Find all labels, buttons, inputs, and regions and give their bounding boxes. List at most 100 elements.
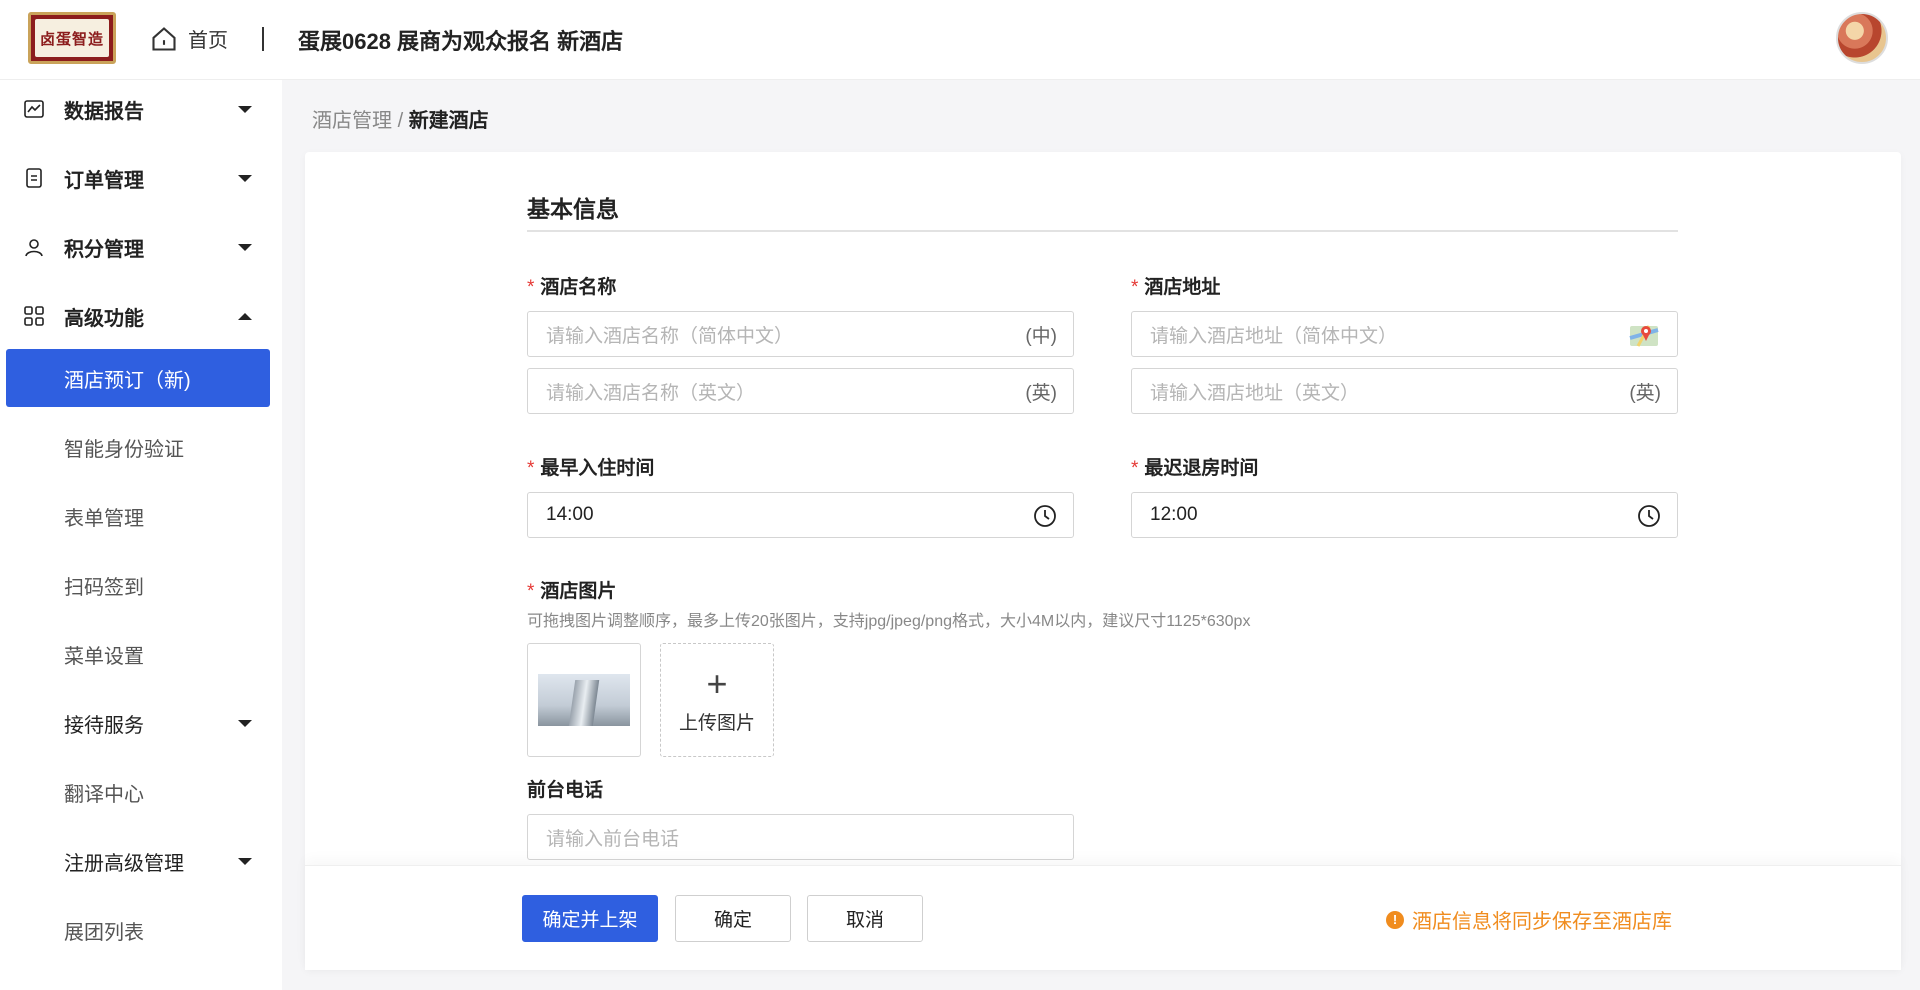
lang-suffix-zh: (中) — [1025, 325, 1057, 347]
sidebar-item-label: 注册高级管理 — [64, 852, 184, 875]
sidebar-item-label: 菜单设置 — [64, 645, 144, 668]
upload-label: 上传图片 — [678, 712, 755, 734]
sidebar-item-label: 数据报告 — [64, 100, 144, 123]
confirm-publish-button[interactable]: 确定并上架 — [522, 895, 658, 942]
sidebar-item-points[interactable]: 积分管理 — [6, 218, 270, 276]
section-divider — [527, 230, 1678, 232]
plus-icon: + — [706, 662, 728, 704]
document-icon — [26, 168, 42, 188]
sidebar-item-label: 扫码签到 — [64, 576, 144, 599]
lang-suffix-en: (英) — [1629, 382, 1661, 404]
home-label: 首页 — [188, 30, 228, 52]
sidebar-item-qr-checkin[interactable]: 扫码签到 — [6, 556, 270, 614]
hotel-address-en-input[interactable]: 请输入酒店地址（英文） (英) — [1131, 368, 1678, 414]
sidebar-item-advanced[interactable]: 高级功能 — [6, 287, 270, 345]
front-desk-phone-input[interactable]: 请输入前台电话 — [527, 814, 1074, 860]
logo-text: 卤蛋智造 — [35, 19, 109, 57]
home-link[interactable]: 首页 — [150, 24, 228, 53]
lang-suffix-en: (英) — [1025, 382, 1057, 404]
sidebar-item-label: 高级功能 — [64, 307, 144, 330]
placeholder: 请输入酒店名称（简体中文） — [546, 325, 794, 347]
hotel-name-zh-input[interactable]: 请输入酒店名称（简体中文） (中) — [527, 311, 1074, 357]
sidebar-item-label: 订单管理 — [64, 169, 144, 192]
placeholder: 请输入酒店名称（英文） — [546, 382, 756, 404]
checkout-time-value: 12:00 — [1150, 504, 1198, 525]
cancel-button[interactable]: 取消 — [807, 895, 923, 942]
checkin-time-picker[interactable]: 14:00 — [527, 492, 1074, 538]
upload-image-button[interactable]: + 上传图片 — [660, 643, 774, 757]
hotel-images-label-text: 酒店图片 — [540, 581, 617, 602]
hotel-address-label: * 酒店地址 — [1131, 272, 1220, 299]
chevron-down-icon — [238, 105, 252, 113]
chevron-up-icon — [238, 312, 252, 320]
front-desk-phone-label: 前台电话 — [527, 780, 604, 801]
breadcrumb-separator: / — [397, 110, 404, 132]
checkin-label-text: 最早入住时间 — [540, 458, 655, 479]
sidebar-item-label: 接待服务 — [64, 714, 144, 737]
hotel-images-label: * 酒店图片 — [527, 576, 616, 603]
sidebar: 数据报告 订单管理 积分管理 高级功能 酒店预订（新) 智能身份验证 表单管理 … — [0, 80, 282, 990]
hotel-name-en-input[interactable]: 请输入酒店名称（英文） (英) — [527, 368, 1074, 414]
user-avatar[interactable] — [1836, 12, 1888, 64]
hotel-name-label-text: 酒店名称 — [540, 277, 617, 298]
event-title: 蛋展0628 展商为观众报名 新酒店 — [298, 29, 624, 54]
sidebar-item-hotel-booking[interactable]: 酒店预订（新) — [6, 349, 270, 407]
required-mark: * — [527, 458, 535, 479]
map-pin-icon[interactable] — [1629, 322, 1659, 348]
breadcrumb-parent[interactable]: 酒店管理 — [312, 110, 392, 132]
clock-icon[interactable] — [1033, 504, 1057, 528]
home-icon — [152, 26, 176, 51]
top-header: 卤蛋智造 首页 蛋展0628 展商为观众报名 新酒店 — [0, 0, 1920, 80]
breadcrumb: 酒店管理 / 新建酒店 — [312, 104, 489, 133]
sidebar-item-identity-verification[interactable]: 智能身份验证 — [6, 418, 270, 476]
checkout-time-picker[interactable]: 12:00 — [1131, 492, 1678, 538]
sync-notice-text: 酒店信息将同步保存至酒店库 — [1412, 911, 1672, 933]
header-divider — [262, 27, 264, 51]
checkin-time-label: * 最早入住时间 — [527, 453, 654, 480]
checkout-time-label: * 最迟退房时间 — [1131, 453, 1258, 480]
hotel-address-zh-input[interactable]: 请输入酒店地址（简体中文） — [1131, 311, 1678, 357]
sidebar-item-label: 表单管理 — [64, 507, 144, 530]
sidebar-item-label: 展团列表 — [64, 921, 144, 944]
sidebar-item-delegation-list[interactable]: 展团列表 — [6, 901, 270, 959]
placeholder: 请输入前台电话 — [546, 828, 680, 850]
chevron-down-icon — [238, 243, 252, 251]
user-icon — [25, 239, 43, 257]
chevron-down-icon — [238, 174, 252, 182]
hotel-image-thumbnail[interactable] — [527, 643, 641, 757]
sidebar-item-translation[interactable]: 翻译中心 — [6, 763, 270, 821]
required-mark: * — [1131, 277, 1139, 298]
required-mark: * — [527, 581, 535, 602]
required-mark: * — [527, 277, 535, 298]
checkout-label-text: 最迟退房时间 — [1144, 458, 1259, 479]
required-mark: * — [1131, 458, 1139, 479]
hotel-building-image — [538, 674, 630, 726]
breadcrumb-current: 新建酒店 — [408, 110, 489, 132]
sidebar-item-label: 翻译中心 — [64, 783, 144, 806]
chart-icon — [24, 100, 44, 118]
sidebar-item-form-management[interactable]: 表单管理 — [6, 487, 270, 545]
chevron-down-icon — [238, 857, 252, 865]
sidebar-item-label: 积分管理 — [64, 238, 144, 261]
hotel-name-label: * 酒店名称 — [527, 272, 616, 299]
placeholder: 请输入酒店地址（简体中文） — [1150, 325, 1398, 347]
checkin-time-value: 14:00 — [546, 504, 594, 525]
sidebar-item-reception[interactable]: 接待服务 — [6, 694, 270, 752]
sidebar-item-registration-advanced[interactable]: 注册高级管理 — [6, 832, 270, 890]
hotel-address-label-text: 酒店地址 — [1144, 277, 1221, 298]
chevron-down-icon — [238, 719, 252, 727]
sync-notice: ! 酒店信息将同步保存至酒店库 — [1386, 905, 1672, 934]
sidebar-item-data-report[interactable]: 数据报告 — [6, 80, 270, 138]
sidebar-item-label: 酒店预订（新) — [64, 369, 191, 392]
confirm-button[interactable]: 确定 — [675, 895, 791, 942]
placeholder: 请输入酒店地址（英文） — [1150, 382, 1360, 404]
grid-icon — [24, 306, 44, 326]
section-title: 基本信息 — [527, 196, 619, 222]
sidebar-item-orders[interactable]: 订单管理 — [6, 149, 270, 207]
sidebar-item-menu-settings[interactable]: 菜单设置 — [6, 625, 270, 683]
clock-icon[interactable] — [1637, 504, 1661, 528]
sidebar-item-label: 智能身份验证 — [64, 438, 184, 461]
image-upload-hint: 可拖拽图片调整顺序，最多上传20张图片，支持jpg/jpeg/png格式，大小4… — [527, 613, 1251, 630]
brand-logo[interactable]: 卤蛋智造 — [28, 12, 116, 64]
warning-icon: ! — [1386, 910, 1404, 929]
